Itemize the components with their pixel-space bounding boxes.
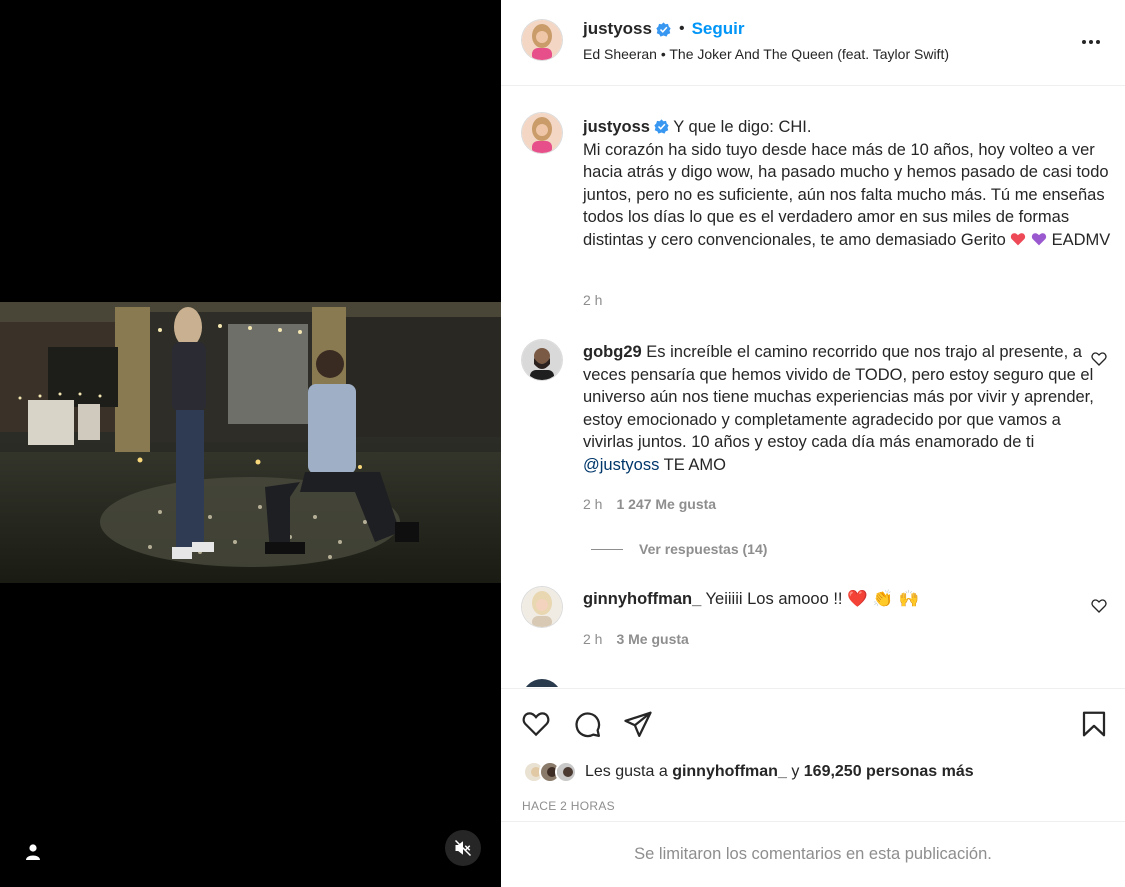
author-avatar[interactable] xyxy=(522,20,562,60)
comment-likes[interactable]: 3 Me gusta xyxy=(616,631,688,647)
video-player[interactable] xyxy=(0,302,501,583)
comment-icon[interactable] xyxy=(572,709,602,739)
comment-author[interactable]: gobg29 xyxy=(583,343,642,361)
caption-time[interactable]: 2 h xyxy=(583,292,602,308)
likes-joiner: y xyxy=(791,763,800,780)
likes-summary: Les gusta a ginnyhoffman_ y 169,250 pers… xyxy=(523,761,974,783)
caption-author[interactable]: justyoss xyxy=(583,118,650,136)
comment-author[interactable]: ginnyhoffman_ xyxy=(583,590,701,608)
likes-prefix: Les gusta a xyxy=(585,763,668,780)
author-username[interactable]: justyoss xyxy=(583,19,652,39)
verified-icon xyxy=(654,118,669,134)
purple-heart-icon xyxy=(1031,231,1047,249)
commenter-avatar[interactable] xyxy=(522,340,562,380)
heart-icon[interactable] xyxy=(1091,598,1107,614)
comment-text: gobg29 Es increíble el camino recorrido … xyxy=(583,341,1113,477)
mute-icon[interactable] xyxy=(445,830,481,866)
likes-others[interactable]: 169,250 personas más xyxy=(804,763,974,781)
post-timestamp[interactable]: HACE 2 HORAS xyxy=(522,799,615,813)
comment-emojis: ❤️ 👏 🙌 xyxy=(847,589,920,608)
user-tag-icon[interactable] xyxy=(20,839,46,865)
music-attribution[interactable]: Ed Sheeran • The Joker And The Queen (fe… xyxy=(583,46,949,62)
comment-end: TE AMO xyxy=(663,455,726,474)
post-sidebar: justyoss • Seguir Ed Sheeran • The Joker… xyxy=(501,0,1125,887)
share-icon[interactable] xyxy=(623,709,653,739)
follow-button[interactable]: Seguir xyxy=(692,19,745,39)
caption-body: Mi corazón ha sido tuyo desde hace más d… xyxy=(583,140,1109,249)
view-replies-button[interactable]: Ver respuestas (14) xyxy=(591,541,767,557)
video-scene xyxy=(0,302,501,583)
comment-time[interactable]: 2 h xyxy=(583,631,602,647)
comments-list: justyoss Y que le digo: CHI. Mi corazón … xyxy=(501,87,1125,687)
more-icon[interactable] xyxy=(1079,30,1103,54)
caption-tail: EADMV xyxy=(1051,230,1111,249)
liker-username[interactable]: ginnyhoffman_ xyxy=(672,763,787,781)
comment-text: ginnyhoffman_ Yeiiiii Los amooo !! ❤️ 👏 … xyxy=(583,588,1113,611)
save-icon[interactable] xyxy=(1079,709,1109,739)
media-pane xyxy=(0,0,501,887)
separator-dot: • xyxy=(678,20,685,37)
caption-meta: 2 h xyxy=(583,292,602,308)
comment-body: Yeiiiii Los amooo !! xyxy=(705,590,843,608)
comment-body: Es increíble el camino recorrido que nos… xyxy=(583,343,1094,452)
action-bar: Les gusta a ginnyhoffman_ y 169,250 pers… xyxy=(501,688,1125,821)
caption-line-1: Y que le digo: CHI. xyxy=(673,118,812,136)
commenter-avatar[interactable] xyxy=(522,679,562,687)
comment-likes[interactable]: 1 247 Me gusta xyxy=(616,496,716,512)
post-header: justyoss • Seguir Ed Sheeran • The Joker… xyxy=(501,0,1125,86)
liker-avatar xyxy=(555,761,577,783)
liker-avatars xyxy=(523,761,577,783)
caption-text: justyoss Y que le digo: CHI. Mi corazón … xyxy=(583,116,1113,252)
heart-icon[interactable] xyxy=(521,709,551,739)
heart-icon[interactable] xyxy=(1091,351,1107,367)
comment-time[interactable]: 2 h xyxy=(583,496,602,512)
verified-icon xyxy=(656,21,671,37)
commenter-avatar[interactable] xyxy=(522,587,562,627)
comments-limited-notice: Se limitaron los comentarios en esta pub… xyxy=(501,821,1125,887)
comment-meta: 2 h 1 247 Me gusta xyxy=(583,496,716,512)
replies-divider xyxy=(591,548,623,550)
caption-author-avatar[interactable] xyxy=(522,113,562,153)
view-replies-label: Ver respuestas (14) xyxy=(639,541,768,557)
red-heart-icon xyxy=(1010,231,1026,249)
comment-meta: 2 h 3 Me gusta xyxy=(583,631,689,647)
mention-link[interactable]: @justyoss xyxy=(583,456,659,474)
